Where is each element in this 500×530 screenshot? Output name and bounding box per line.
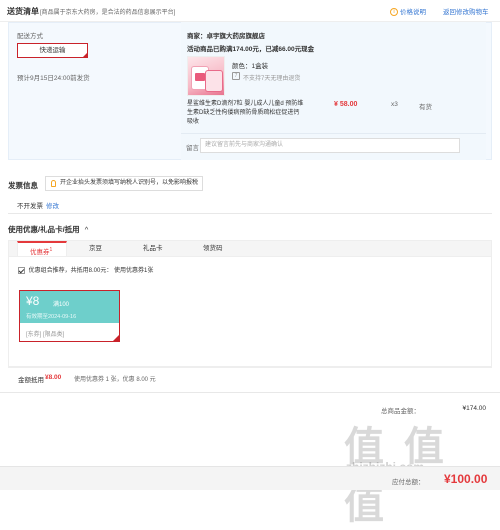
page-title: 送货清单 <box>7 7 39 16</box>
product-name-link[interactable]: 星鲨维生素D滴剂7粒 婴儿成人儿童d 预防维生素D缺乏性佝偻病预防骨质疏松症促进… <box>187 100 305 127</box>
coupon-selected-icon <box>112 334 120 342</box>
goods-total-value: ¥174.00 <box>462 405 487 412</box>
product-image[interactable] <box>187 56 225 96</box>
invoice-edit-link[interactable]: 修改 <box>46 200 59 210</box>
divider <box>181 133 486 134</box>
product-spec: 颜色：1盒装 <box>232 63 269 70</box>
product-price: ¥ 58.00 <box>334 101 358 108</box>
discount-summary-label: 金额抵用 <box>18 377 44 384</box>
memo-input[interactable]: 建议留言前先与商家沟通确认 <box>200 138 460 153</box>
discount-tabs: 优惠券1 京豆 礼品卡 领货码 <box>8 240 492 257</box>
coupon-condition: 满100 <box>53 302 70 308</box>
tab-jingdou[interactable]: 京豆 <box>89 241 129 256</box>
merchant-name[interactable]: 卓宇旗大药房旗舰店 <box>207 33 266 40</box>
order-header: 送货清单 [商品属于京东大药房，是合法的药品信息展示平台] i 价格说明 返回修改… <box>0 0 500 22</box>
payable-amount: ¥100.00 <box>444 472 488 486</box>
price-info-link[interactable]: i 价格说明 <box>390 6 426 17</box>
payment-bar: 应付总额： ¥100.00 <box>0 466 500 490</box>
tab-badge: 1 <box>49 247 53 253</box>
discount-title: 使用优惠/礼品卡/抵用 <box>8 225 80 234</box>
selected-corner-icon <box>82 52 88 58</box>
tab-gift-card[interactable]: 礼品卡 <box>143 241 183 256</box>
invoice-title: 发票信息 <box>8 181 38 190</box>
shipping-method-label: 配送方式 <box>17 33 43 40</box>
coupon-tags: [东券] [限品类] <box>26 332 65 338</box>
tab-coupon[interactable]: 优惠券1 <box>17 241 67 256</box>
shipping-method-text: 快递运输 <box>39 47 66 54</box>
divider <box>8 367 492 368</box>
combo-checkbox[interactable] <box>18 266 25 274</box>
info-icon: i <box>390 8 398 17</box>
back-to-cart-link[interactable]: 返回修改购物车 <box>443 6 489 16</box>
shipping-eta: 预计9月15日24:00前发货 <box>17 75 90 82</box>
stock-status: 有货 <box>419 104 432 111</box>
pharmacy-notice: [商品属于京东大药房，是合法的药品信息展示平台] <box>40 10 176 16</box>
combo-recommendation[interactable]: 优惠组合推荐，共抵用8.00元： 使用优惠券1张 <box>18 265 153 274</box>
coupon-header: ¥8 满100 有效期至2024-09-16 <box>20 291 119 323</box>
coupon-amount: ¥8 <box>26 294 40 308</box>
invoice-tip: 开企业抬头发票须填写纳税人识别号，以免影响报税 <box>45 176 203 191</box>
no-return-icon: 7 <box>232 72 240 80</box>
merchant-label: 商家： <box>187 33 207 40</box>
chevron-up-icon: ^ <box>84 225 89 234</box>
promo-text: 活动商品已购满174.00元，已减66.00元现金 <box>187 46 315 53</box>
coupon-validity: 有效期至2024-09-16 <box>26 314 77 320</box>
tab-redeem-code[interactable]: 领货码 <box>203 241 243 256</box>
product-quantity: x3 <box>391 101 398 108</box>
divider <box>8 213 492 214</box>
discount-summary-amount: ¥8.00 <box>45 374 62 381</box>
payable-label: 应付总额： <box>392 479 425 486</box>
product-box-back <box>206 71 222 91</box>
invoice-status: 不开发票 <box>17 203 43 210</box>
divider <box>0 392 500 393</box>
discount-section-toggle[interactable]: 使用优惠/礼品卡/抵用 ^ <box>8 224 88 235</box>
return-note: 不支持7天无理由退货 <box>243 76 301 82</box>
discount-summary-detail: 使用优惠券 1 张，优惠 8.00 元 <box>74 377 156 383</box>
merchant-row: 商家：卓宇旗大药房旗舰店 <box>187 30 265 40</box>
shipping-method-button[interactable]: 快递运输 <box>17 43 88 58</box>
coupon-card[interactable]: ¥8 满100 有效期至2024-09-16 [东券] [限品类] <box>19 290 120 342</box>
lightbulb-icon <box>51 180 56 187</box>
